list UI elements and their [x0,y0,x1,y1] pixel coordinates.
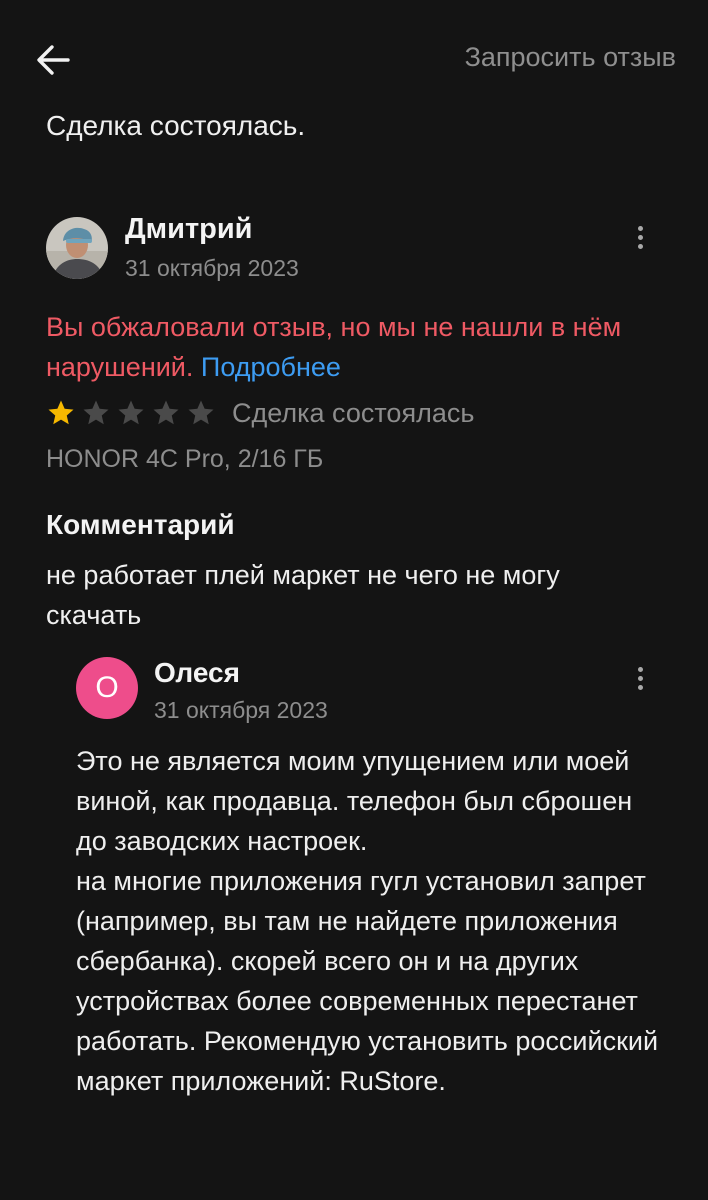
star-empty-icon [153,400,179,425]
more-details-link[interactable]: Подробнее [201,352,341,382]
user-photo-icon [46,217,108,279]
avatar[interactable] [46,217,108,279]
arrow-left-icon [37,45,70,75]
reply-date: 31 октября 2023 [154,697,328,723]
deal-status-text: Сделка состоялась. [46,110,306,141]
star-filled-icon [48,400,74,425]
rating-label: Сделка состоялась [232,397,475,428]
avatar[interactable]: О [76,657,138,719]
comment-heading: Комментарий [46,509,235,540]
star-rating [46,398,216,428]
top-bar: Запросить отзыв [0,0,708,110]
comment-text: не работает плей маркет не чего не могу … [46,560,560,630]
reply-author-name: Олеся [154,657,240,688]
reply-more-options-button[interactable] [630,663,650,697]
request-review-button[interactable]: Запросить отзыв [465,42,676,73]
review-more-options-button[interactable] [630,222,650,256]
star-empty-icon [83,400,109,425]
rating-row: Сделка состоялась [46,393,474,433]
review-author-name: Дмитрий [125,213,253,245]
review-date: 31 октября 2023 [125,255,299,281]
star-empty-icon [118,400,144,425]
star-empty-icon [188,400,214,425]
product-name: HONOR 4C Pro, 2/16 ГБ [46,445,324,473]
back-button[interactable] [30,38,78,82]
reply-text: Это не является моим упущением или моей … [76,746,659,1096]
dispute-notice: Вы обжаловали отзыв, но мы не нашли в нё… [46,307,646,387]
